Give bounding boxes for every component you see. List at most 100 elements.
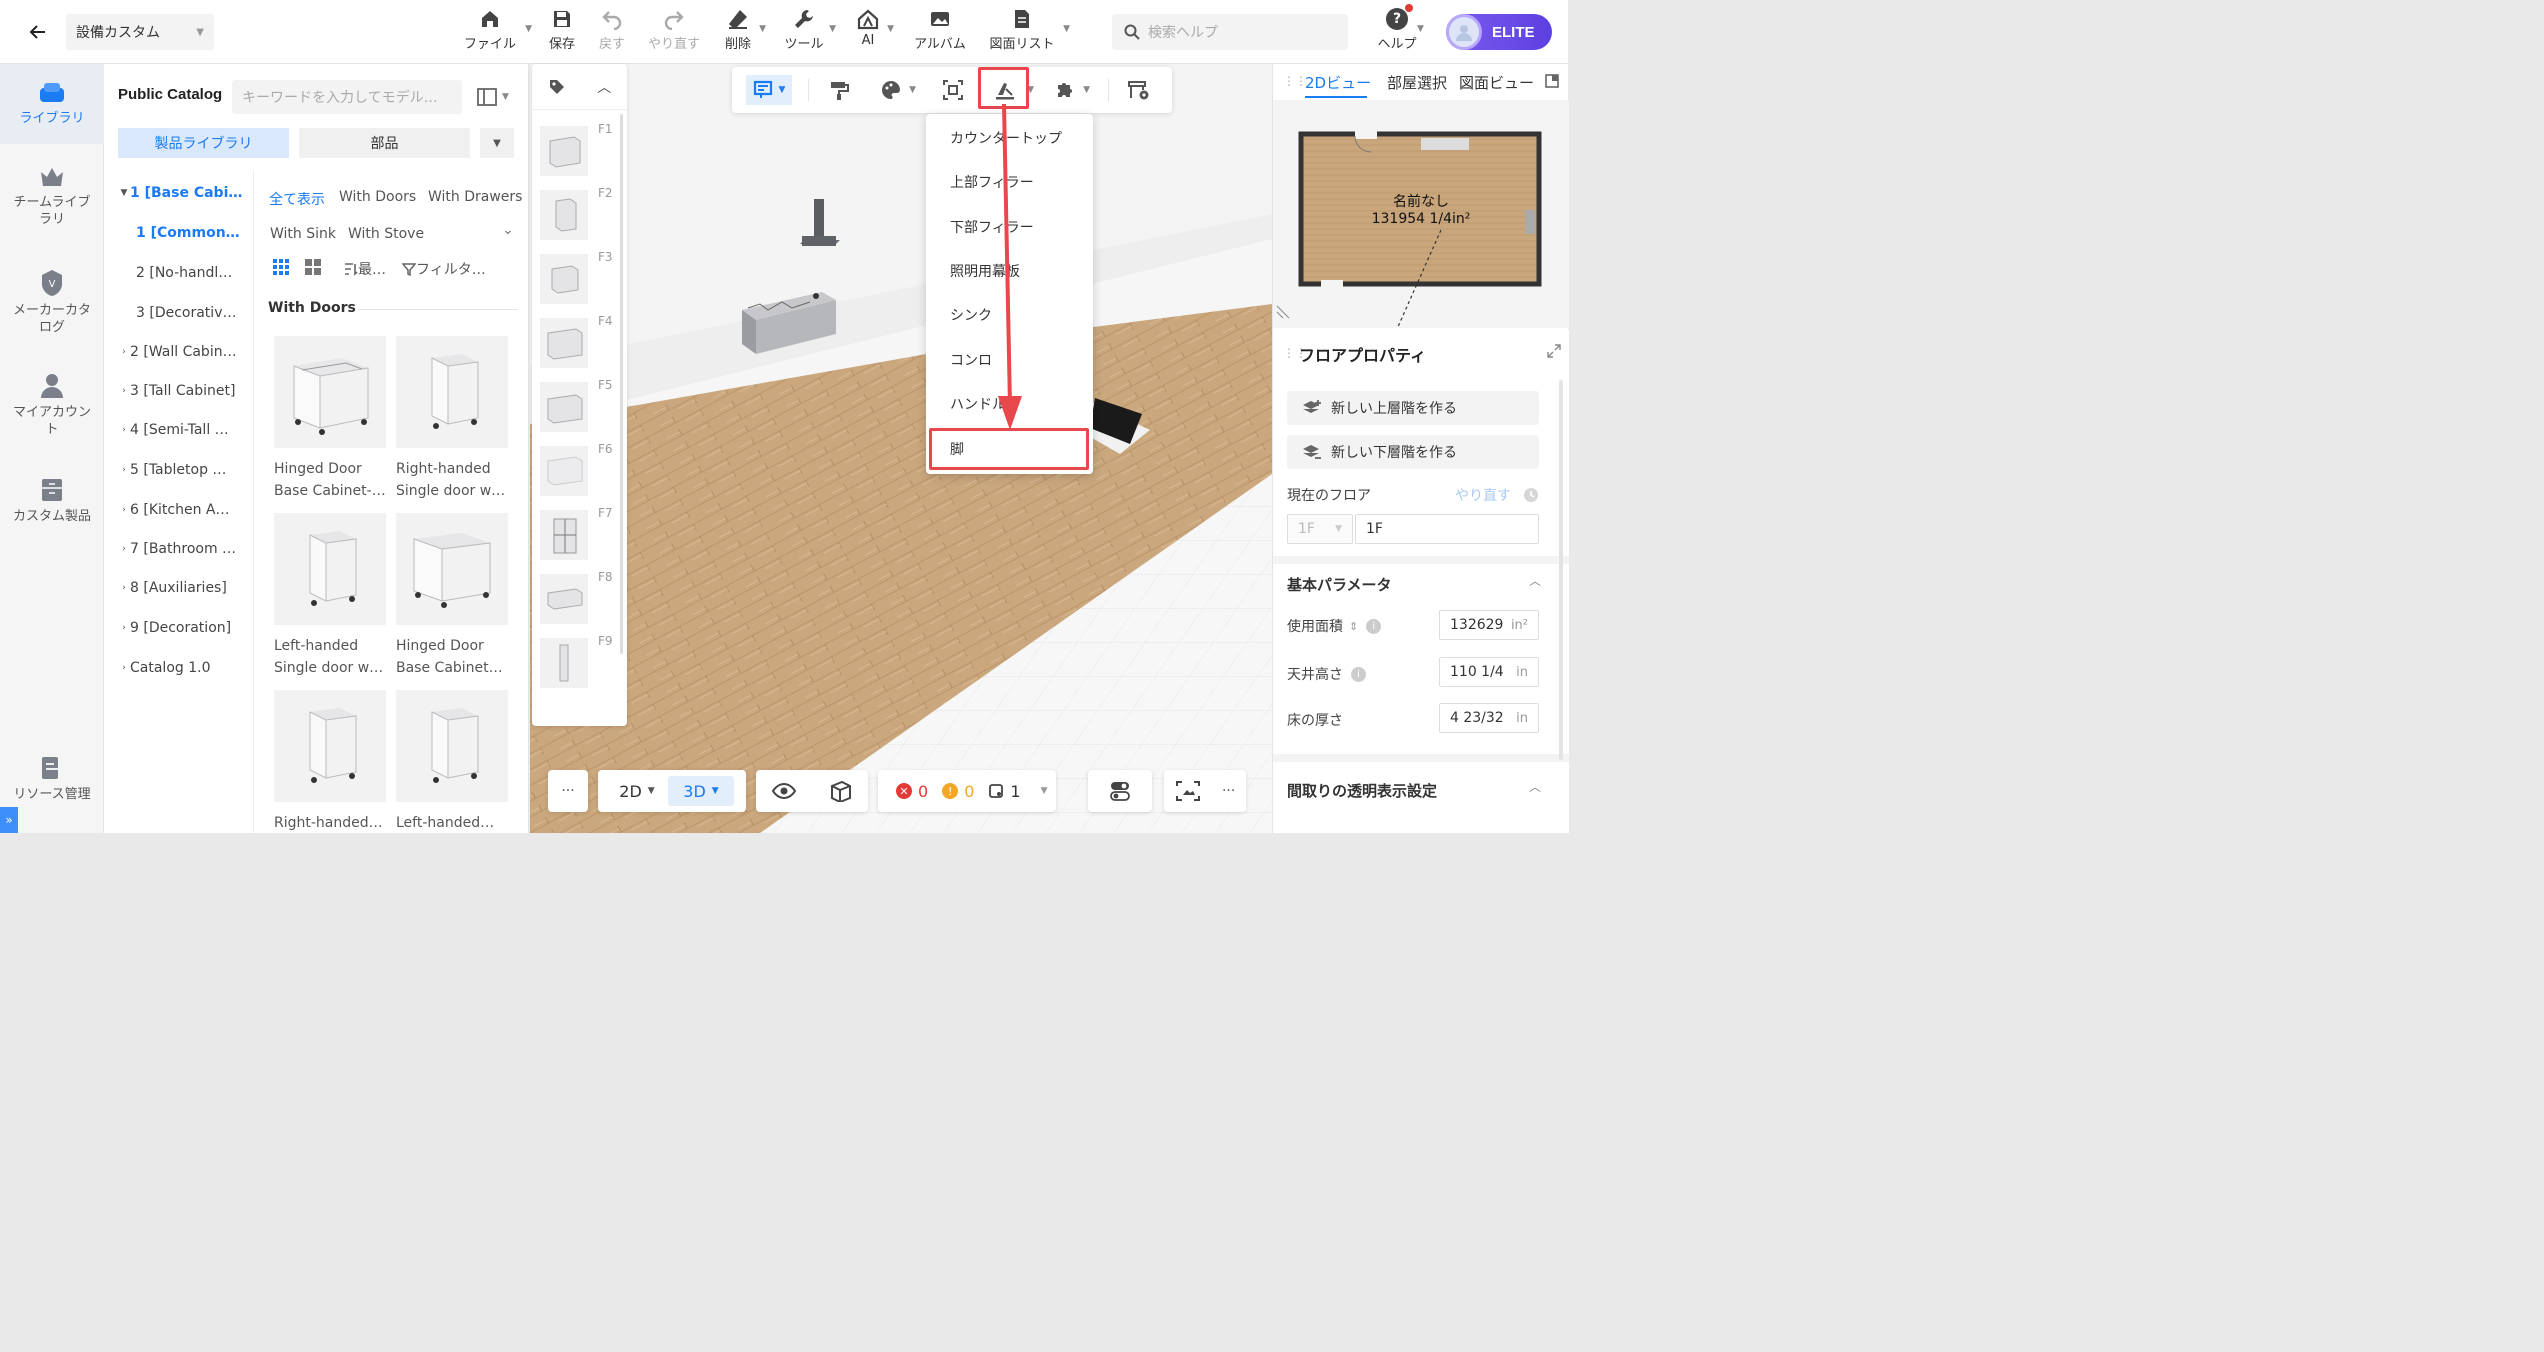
- thumb-item[interactable]: F8: [540, 570, 620, 626]
- tree-item-tabletop[interactable]: › 5 [Tabletop …: [118, 455, 254, 485]
- layout-tool-button[interactable]: ▼: [746, 75, 792, 105]
- expand-panel-icon[interactable]: [1547, 344, 1561, 358]
- floor-thickness-input[interactable]: 4 23/32 in: [1439, 703, 1539, 733]
- tree-item-auxiliaries[interactable]: › 8 [Auxiliaries]: [118, 573, 254, 603]
- help-dropdown-icon[interactable]: ▼: [1417, 24, 1424, 34]
- thumb-scrollbar[interactable]: [620, 114, 623, 654]
- thumb-item[interactable]: F1: [540, 122, 620, 178]
- catalog-search-input[interactable]: キーワードを入力してモデル…: [232, 80, 462, 114]
- screen-capture-icon[interactable]: [1175, 780, 1201, 802]
- product-card[interactable]: Right-handed Single door w…: [396, 336, 508, 502]
- tree-item-bathroom[interactable]: › 7 [Bathroom …: [118, 534, 254, 564]
- 3d-viewport[interactable]: [530, 64, 1272, 833]
- collapse-chevron-up-icon[interactable]: ︿: [597, 77, 611, 97]
- help-search-input[interactable]: 検索ヘルプ: [1112, 14, 1348, 50]
- filter-all[interactable]: 全て表示: [269, 189, 325, 209]
- floor-redo-link[interactable]: やり直す: [1455, 485, 1511, 505]
- file-button[interactable]: ファイル ▼: [462, 8, 532, 56]
- more-options-button[interactable]: ···: [548, 770, 588, 812]
- select-frame-button[interactable]: [938, 76, 968, 104]
- large-grid-icon[interactable]: [304, 258, 322, 276]
- delete-button[interactable]: 削除 ▼: [722, 8, 766, 56]
- tree-item-decorative[interactable]: 3 [Decorativ…: [136, 298, 254, 328]
- album-button[interactable]: アルバム: [912, 8, 968, 56]
- product-card[interactable]: Hinged Door Base Cabinet…: [396, 513, 508, 679]
- tree-item-no-handle[interactable]: 2 [No-handl…: [136, 258, 254, 288]
- check-settings-button[interactable]: [1124, 76, 1154, 104]
- product-card[interactable]: Left-handed…: [396, 690, 508, 830]
- tab-2d-view[interactable]: 2Dビュー: [1305, 72, 1371, 93]
- thumb-item[interactable]: F2: [540, 186, 620, 242]
- tree-item-semi-tall[interactable]: › 4 [Semi-Tall …: [118, 415, 254, 445]
- tab-room-select[interactable]: 部屋選択: [1387, 72, 1447, 93]
- ceiling-height-input[interactable]: 110 1/4 in: [1439, 657, 1539, 687]
- expand-sidebar-icon[interactable]: »: [0, 807, 18, 833]
- save-button[interactable]: 保存: [546, 8, 578, 56]
- tree-item-common[interactable]: 1 [Common…: [136, 218, 254, 248]
- filter-with-drawers[interactable]: With Drawers: [428, 189, 522, 205]
- help-button[interactable]: ? ヘルプ: [1372, 4, 1422, 56]
- add-upper-floor-button[interactable]: 新しい上層階を作る: [1287, 391, 1539, 425]
- panel-layout-toggle[interactable]: ▼: [476, 84, 512, 110]
- tab-more-dropdown[interactable]: ▼: [480, 128, 514, 158]
- tree-item-catalog-1[interactable]: › Catalog 1.0: [118, 653, 254, 683]
- plugin-button[interactable]: ▼: [1050, 76, 1090, 104]
- tree-item-tall-cabinet[interactable]: › 3 [Tall Cabinet]: [118, 376, 254, 406]
- add-lower-floor-button[interactable]: 新しい下層階を作る: [1287, 435, 1539, 469]
- toggle-settings-button[interactable]: [1088, 770, 1152, 812]
- area-input[interactable]: 132629 in²: [1439, 610, 1539, 640]
- design-name-select[interactable]: 設備カスタム ▼: [66, 14, 214, 50]
- sidebar-item-my-account[interactable]: マイアカウント: [0, 372, 104, 452]
- status-indicators[interactable]: ✕ 0 ! 0 1 ▼: [878, 770, 1056, 812]
- filter-expand-chevron-icon[interactable]: ⌄: [502, 222, 514, 238]
- tree-item-kitchen-accessories[interactable]: › 6 [Kitchen A…: [118, 495, 254, 525]
- drag-handle-icon[interactable]: ⋮⋮: [1283, 74, 1307, 88]
- redo-button[interactable]: やり直す: [646, 8, 702, 56]
- tree-item-base-cabinet[interactable]: ▼ 1 [Base Cabi…: [118, 178, 268, 208]
- sidebar-item-custom-products[interactable]: カスタム製品: [0, 476, 104, 536]
- cube-icon[interactable]: [828, 780, 852, 802]
- floor-select[interactable]: 1F ▼: [1287, 514, 1353, 544]
- sort-button[interactable]: 最…: [344, 259, 386, 279]
- product-card[interactable]: Hinged Door Base Cabinet-…: [274, 336, 386, 502]
- filter-with-doors[interactable]: With Doors: [339, 189, 416, 205]
- filter-with-sink[interactable]: With Sink: [270, 226, 336, 242]
- floor-plan-minimap[interactable]: 名前なし 131954 1/4in²: [1273, 100, 1569, 357]
- collapse-chevron-up-icon[interactable]: ︿: [1529, 778, 1541, 795]
- tools-button[interactable]: ツール ▼: [784, 8, 836, 56]
- floor-name-input[interactable]: 1F: [1355, 514, 1539, 544]
- eye-icon[interactable]: [772, 782, 796, 800]
- sidebar-item-resource-management[interactable]: リソース管理: [0, 754, 104, 814]
- undo-button[interactable]: 戻す: [596, 8, 628, 56]
- tag-icon[interactable]: [548, 78, 566, 96]
- product-card[interactable]: Left-handed Single door w…: [274, 513, 386, 679]
- elite-account-badge[interactable]: ELITE: [1446, 14, 1552, 50]
- tab-product-library[interactable]: 製品ライブラリ: [118, 128, 289, 158]
- thumb-item[interactable]: F7: [540, 506, 620, 562]
- sidebar-item-maker-catalog[interactable]: V メーカーカタログ: [0, 268, 104, 348]
- mode-3d-button[interactable]: 3D ▼: [668, 776, 734, 806]
- material-button[interactable]: ▼: [876, 76, 916, 104]
- panel-scrollbar[interactable]: [1559, 380, 1563, 760]
- grid-view-icon[interactable]: [272, 258, 290, 276]
- thumb-item[interactable]: F4: [540, 314, 620, 370]
- tab-parts[interactable]: 部品: [299, 128, 470, 158]
- history-clock-icon[interactable]: [1523, 487, 1539, 503]
- thumb-item[interactable]: F6: [540, 442, 620, 498]
- camera-more-icon[interactable]: ···: [1222, 783, 1235, 799]
- product-card[interactable]: Right-handed…: [274, 690, 386, 830]
- paint-roller-button[interactable]: [824, 76, 854, 104]
- tree-item-decoration[interactable]: › 9 [Decoration]: [118, 613, 254, 643]
- tab-drawing-view[interactable]: 図面ビュー: [1459, 72, 1534, 93]
- tree-item-wall-cabinet[interactable]: › 2 [Wall Cabin…: [118, 337, 254, 367]
- drawing-list-button[interactable]: 図面リスト ▼: [988, 8, 1070, 56]
- thumb-item[interactable]: F9: [540, 634, 620, 690]
- mode-2d-button[interactable]: 2D ▼: [606, 776, 668, 806]
- filter-with-stove[interactable]: With Stove: [348, 226, 424, 242]
- thumb-item[interactable]: F5: [540, 378, 620, 434]
- collapse-chevron-up-icon[interactable]: ︿: [1529, 572, 1541, 589]
- filter-button[interactable]: フィルタ…: [401, 259, 486, 279]
- sidebar-item-team-library[interactable]: チームライブラリ: [0, 164, 104, 244]
- minimize-panel-icon[interactable]: [1545, 74, 1559, 88]
- back-arrow-icon[interactable]: [14, 14, 62, 50]
